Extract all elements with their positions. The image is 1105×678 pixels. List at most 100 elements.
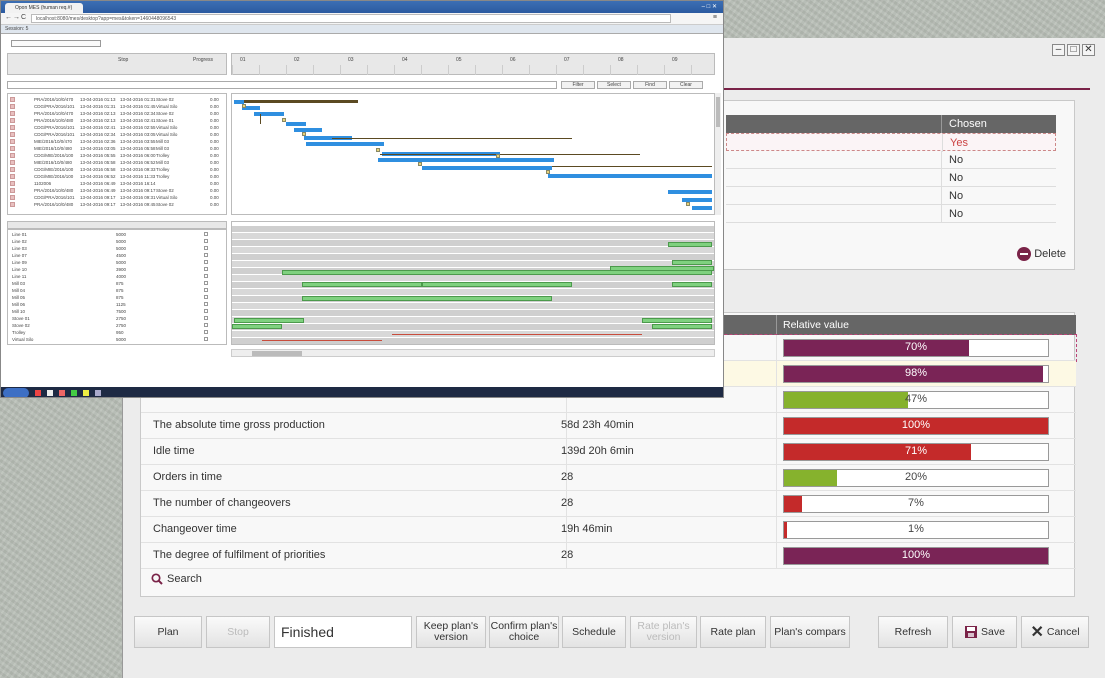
taskbar-app-icon[interactable] <box>47 390 53 396</box>
checkbox-icon[interactable] <box>204 309 208 313</box>
browser-tab[interactable]: Opon MES (human req.#) <box>5 3 83 13</box>
search-link[interactable]: Search <box>151 573 202 585</box>
rate-version-button[interactable]: Rate plan's version <box>630 616 697 648</box>
order-row[interactable]: CDG/MIE/2016/100 13-04-2016 05:55 13-04-20… <box>8 152 226 159</box>
order-row[interactable]: CDG/PRA/2016/101 13-04-2016 02:41 13-04-20… <box>8 124 226 131</box>
checkbox-icon[interactable] <box>204 246 208 250</box>
minimize-button[interactable]: – <box>1052 44 1065 56</box>
timeline-label: 09 <box>672 57 678 63</box>
order-row[interactable]: PRA/2016/10/0/480 13-04-2016 09:17 13-04-2… <box>8 201 226 208</box>
taskbar-app-icon[interactable] <box>71 390 77 396</box>
table-row[interactable]: No <box>726 169 1056 187</box>
rate-plan-button[interactable]: Rate plan <box>700 616 766 648</box>
resource-row[interactable]: Line 02 5000 <box>8 238 226 245</box>
back-arrow-icon[interactable]: ← <box>5 14 12 21</box>
cancel-button[interactable]: ✕ Cancel <box>1021 616 1089 648</box>
resource-row[interactable]: Virtual Silo 5000 <box>8 336 226 343</box>
save-button[interactable]: Save <box>952 616 1017 648</box>
order-row[interactable]: MIE/2016/10/0/480 13-04-2016 05:58 13-04-2… <box>8 159 226 166</box>
resource-row[interactable]: Mill 06 1125 <box>8 301 226 308</box>
resource-row[interactable]: Mill 03 875 <box>8 280 226 287</box>
order-row[interactable]: PRA/2016/10/0/480 13-04-2016 06:49 13-04-2… <box>8 187 226 194</box>
checkbox-icon[interactable] <box>204 267 208 271</box>
filter-button[interactable]: Filter <box>561 81 595 89</box>
table-row[interactable]: No <box>726 205 1056 223</box>
table-row[interactable]: No <box>726 187 1056 205</box>
taskbar-app-icon[interactable] <box>35 390 41 396</box>
resource-row[interactable]: Line 11 4000 <box>8 273 226 280</box>
menu-icon[interactable]: ≡ <box>713 14 717 21</box>
checkbox-icon[interactable] <box>204 302 208 306</box>
relative-value-text: 100% <box>901 419 931 431</box>
checkbox-icon[interactable] <box>204 260 208 264</box>
checkbox-icon[interactable] <box>204 323 208 327</box>
checkbox-icon[interactable] <box>204 295 208 299</box>
close-button[interactable]: ✕ <box>1082 44 1095 56</box>
checkbox-icon[interactable] <box>204 232 208 236</box>
compare-button[interactable]: Plan's compars <box>770 616 850 648</box>
checkbox-icon[interactable] <box>204 253 208 257</box>
relative-value-bar: 20% <box>783 469 1049 487</box>
confirm-choice-button[interactable]: Confirm plan's choice <box>489 616 559 648</box>
resource-row[interactable]: Line 03 5000 <box>8 245 226 252</box>
resource-row[interactable]: Stove 02 2750 <box>8 322 226 329</box>
resource-row[interactable]: Trolley 950 <box>8 329 226 336</box>
relative-value-bar: 1% <box>783 521 1049 539</box>
table-row[interactable]: No <box>726 151 1056 169</box>
maximize-button[interactable]: □ <box>1067 44 1080 56</box>
taskbar-app-icon[interactable] <box>83 390 89 396</box>
start-button[interactable] <box>3 388 29 397</box>
load-bar <box>302 282 422 287</box>
resource-row[interactable]: Stove 01 2750 <box>8 315 226 322</box>
checkbox-icon[interactable] <box>204 281 208 285</box>
order-row[interactable]: MIE/2016/10/0/480 13-04-2016 03:05 13-04-2… <box>8 145 226 152</box>
resource-row[interactable]: Line 01 5000 <box>8 231 226 238</box>
order-row[interactable]: PRA/2016/10/0/480 13-04-2016 02:13 13-04-2… <box>8 117 226 124</box>
keep-version-button[interactable]: Keep plan's version <box>416 616 486 648</box>
resource-row[interactable]: Line 10 3900 <box>8 266 226 273</box>
order-row[interactable]: PRA/2016/10/0/470 13-04-2016 01:13 13-04-2… <box>8 96 226 103</box>
order-row[interactable]: 1102006 13-04-2016 06:49 13-04-2016 16:14 0… <box>8 180 226 187</box>
session-combo[interactable] <box>11 40 101 47</box>
taskbar-app-icon[interactable] <box>95 390 101 396</box>
order-row[interactable]: CDG/MIE/2016/100 13-04-2016 06:52 13-04-20… <box>8 173 226 180</box>
resources-list: Line 01 5000 Line 02 5000 Line 03 5000 Line 07… <box>7 229 227 345</box>
horizontal-scrollbar[interactable] <box>231 349 715 357</box>
checkbox-icon[interactable] <box>204 288 208 292</box>
filter-button[interactable]: Select <box>597 81 631 89</box>
relative-value-bar: 100% <box>783 417 1049 435</box>
taskbar-app-icon[interactable] <box>59 390 65 396</box>
checkbox-icon[interactable] <box>204 316 208 320</box>
checkbox-icon[interactable] <box>204 337 208 341</box>
order-row[interactable]: CDG/PRA/2016/101 13-04-2016 01:31 13-04-20… <box>8 103 226 110</box>
table-row[interactable]: Yes <box>726 133 1056 152</box>
checkbox-icon[interactable] <box>204 330 208 334</box>
reload-icon[interactable]: C <box>21 14 26 21</box>
resource-row[interactable]: Line 09 5000 <box>8 259 226 266</box>
order-row[interactable]: MIE/2016/10/0/470 13-04-2016 02:36 13-04-2… <box>8 138 226 145</box>
order-row[interactable]: CDG/PRA/2016/101 13-04-2016 09:17 13-04-20… <box>8 194 226 201</box>
filter-button[interactable]: Clear <box>669 81 703 89</box>
resource-row[interactable]: Line 07 4500 <box>8 252 226 259</box>
schedule-button[interactable]: Schedule <box>562 616 626 648</box>
order-row[interactable]: CDG/MIE/2016/100 13-04-2016 05:58 13-04-20… <box>8 166 226 173</box>
indicator-row: The number of changeovers 28 7% <box>141 491 1076 517</box>
order-row[interactable]: CDG/PRA/2016/101 13-04-2016 02:34 13-04-20… <box>8 131 226 138</box>
filter-input[interactable] <box>7 81 557 89</box>
gantt-chart <box>231 93 715 215</box>
resource-row[interactable]: Mill 04 875 <box>8 287 226 294</box>
resource-row[interactable]: Mill 10 7500 <box>8 308 226 315</box>
refresh-button[interactable]: Refresh <box>878 616 948 648</box>
resource-row[interactable]: Mill 05 875 <box>8 294 226 301</box>
order-row[interactable]: PRA/2016/10/0/470 13-04-2016 02:13 13-04-2… <box>8 110 226 117</box>
forward-arrow-icon[interactable]: → <box>13 14 20 21</box>
delete-button[interactable]: Delete <box>1017 247 1066 261</box>
checkbox-icon[interactable] <box>204 239 208 243</box>
stop-button[interactable]: Stop <box>206 616 270 648</box>
plan-button[interactable]: Plan <box>134 616 202 648</box>
vertical-scrollbar[interactable] <box>715 93 721 215</box>
checkbox-icon[interactable] <box>204 274 208 278</box>
window-controls[interactable]: – □ ✕ <box>702 3 717 10</box>
filter-button[interactable]: Find <box>633 81 667 89</box>
url-field[interactable]: localhost:8080/mes/desktop?app=mes&token… <box>31 14 671 23</box>
